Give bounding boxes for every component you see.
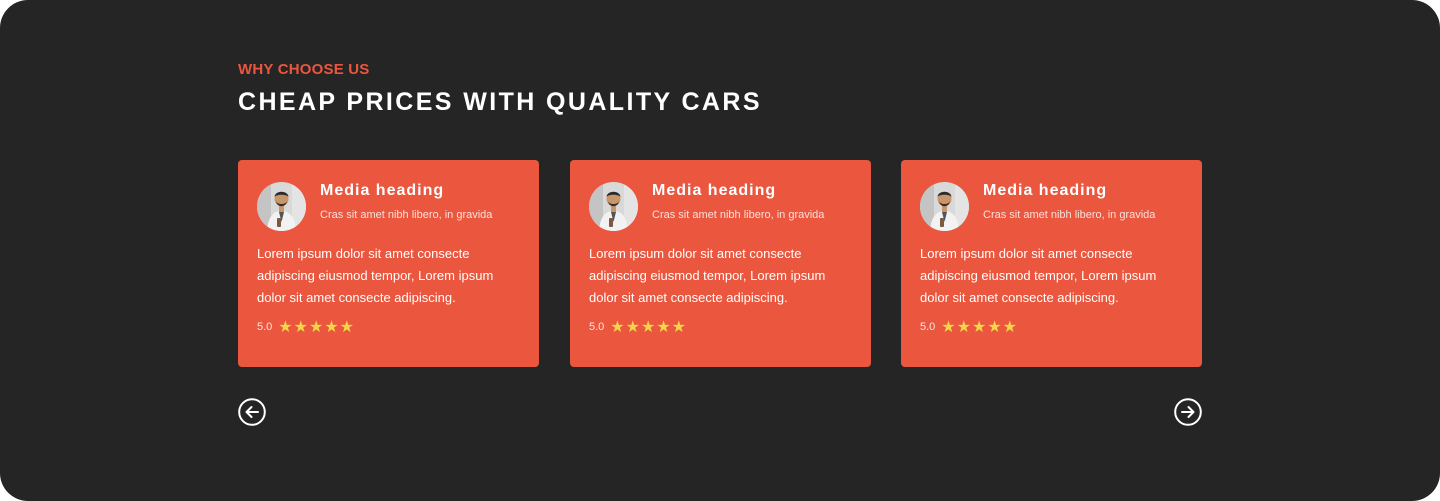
card-heading: Media heading	[320, 182, 445, 199]
arrow-right-circle-icon	[1174, 398, 1202, 426]
star-icon: ★	[1002, 317, 1018, 336]
star-icon: ★	[278, 317, 293, 336]
section-title: CHEAP PRICES WITH QUALITY CARS	[238, 88, 762, 116]
avatar	[589, 182, 638, 231]
testimonial-card: Media heading Cras sit amet nibh libero,…	[901, 160, 1202, 367]
testimonials-section: WHY CHOOSE US CHEAP PRICES WITH QUALITY …	[0, 0, 1440, 501]
testimonial-card: Media heading Cras sit amet nibh libero,…	[570, 160, 871, 367]
star-icon: ★	[640, 317, 656, 336]
avatar	[257, 182, 306, 231]
rating-stars: ★ ★ ★ ★ ★	[278, 319, 354, 335]
star-icon: ★	[339, 317, 355, 336]
rating-stars: ★ ★ ★ ★ ★	[941, 319, 1017, 335]
card-subtext: Cras sit amet nibh libero, in gravida	[652, 209, 825, 221]
section-eyebrow: WHY CHOOSE US	[238, 61, 370, 78]
testimonial-card: Media heading Cras sit amet nibh libero,…	[238, 160, 539, 367]
star-icon: ★	[987, 317, 1002, 336]
star-icon: ★	[324, 317, 339, 336]
star-icon: ★	[308, 317, 324, 336]
card-heading: Media heading	[652, 182, 777, 199]
card-subtext: Cras sit amet nibh libero, in gravida	[320, 209, 493, 221]
rating: 5.0 ★ ★ ★ ★ ★	[257, 319, 354, 335]
star-icon: ★	[656, 317, 671, 336]
card-subtext: Cras sit amet nibh libero, in gravida	[983, 209, 1156, 221]
rating-score: 5.0	[589, 321, 605, 333]
star-icon: ★	[610, 317, 625, 336]
prev-button[interactable]	[238, 398, 266, 426]
star-icon: ★	[625, 317, 640, 336]
rating: 5.0 ★ ★ ★ ★ ★	[920, 319, 1017, 335]
rating-stars: ★ ★ ★ ★ ★	[610, 319, 686, 335]
card-body: Lorem ipsum dolor sit amet consecte adip…	[257, 246, 494, 305]
star-icon: ★	[956, 317, 971, 336]
next-button[interactable]	[1174, 398, 1202, 426]
user-avatar-photo	[257, 182, 306, 231]
arrow-left-circle-icon	[238, 398, 266, 426]
star-icon: ★	[941, 317, 956, 336]
star-icon: ★	[671, 317, 687, 336]
card-body: Lorem ipsum dolor sit amet consecte adip…	[920, 246, 1157, 305]
avatar	[920, 182, 969, 231]
star-icon: ★	[293, 317, 308, 336]
card-heading: Media heading	[983, 182, 1108, 199]
rating-score: 5.0	[920, 321, 936, 333]
user-avatar-photo	[589, 182, 638, 231]
star-icon: ★	[971, 317, 987, 336]
rating-score: 5.0	[257, 321, 273, 333]
card-body: Lorem ipsum dolor sit amet consecte adip…	[589, 246, 826, 305]
rating: 5.0 ★ ★ ★ ★ ★	[589, 319, 686, 335]
user-avatar-photo	[920, 182, 969, 231]
